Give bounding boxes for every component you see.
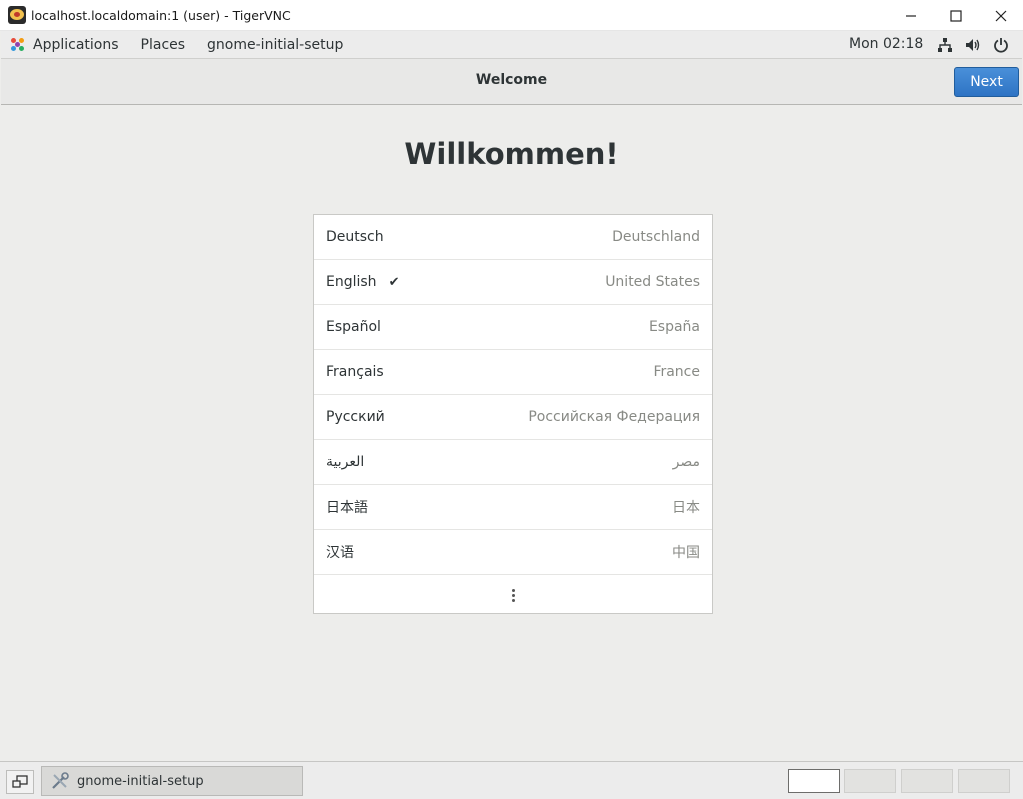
- taskbar-item-gnome-initial-setup[interactable]: gnome-initial-setup: [41, 766, 303, 796]
- more-languages-button[interactable]: [314, 575, 712, 615]
- language-region: Российская Федерация: [528, 409, 700, 425]
- places-menu[interactable]: Places: [141, 37, 186, 53]
- close-icon: [995, 10, 1006, 21]
- show-desktop-icon: [12, 775, 28, 788]
- app-menu-label: gnome-initial-setup: [207, 36, 344, 53]
- language-region: مصر: [672, 454, 700, 470]
- power-icon[interactable]: [991, 35, 1011, 55]
- tools-icon: [51, 772, 69, 790]
- language-region: France: [653, 364, 700, 380]
- checkmark-icon: ✔: [388, 274, 400, 290]
- welcome-page: Willkommen! Deutsch Deutschland English …: [1, 105, 1022, 761]
- network-icon[interactable]: [935, 35, 955, 55]
- language-name: Español: [326, 319, 381, 335]
- language-name: English: [326, 274, 377, 290]
- language-name: Deutsch: [326, 229, 384, 245]
- tigervnc-app-icon: [8, 6, 26, 24]
- language-row-deutsch[interactable]: Deutsch Deutschland: [314, 215, 712, 260]
- clock[interactable]: Mon 02:18: [849, 36, 923, 52]
- maximize-button[interactable]: [933, 0, 978, 31]
- taskbar-item-label: gnome-initial-setup: [77, 773, 204, 789]
- language-row-chinese[interactable]: 汉语 中国: [314, 530, 712, 575]
- window-title: localhost.localdomain:1 (user) - TigerVN…: [31, 7, 291, 23]
- language-row-arabic[interactable]: العربية مصر: [314, 440, 712, 485]
- header-title: Welcome: [475, 72, 548, 88]
- applications-menu[interactable]: Applications: [1, 37, 119, 53]
- language-region: Deutschland: [612, 229, 700, 245]
- workspace-1[interactable]: [788, 769, 840, 793]
- language-region: 中国: [672, 545, 700, 561]
- language-name: 汉语: [326, 545, 354, 561]
- minimize-button[interactable]: [888, 0, 933, 31]
- window-titlebar[interactable]: localhost.localdomain:1 (user) - TigerVN…: [0, 0, 1023, 31]
- language-row-japanese[interactable]: 日本語 日本: [314, 485, 712, 530]
- language-list: Deutsch Deutschland English ✔ United Sta…: [313, 214, 713, 614]
- language-region: España: [648, 319, 700, 335]
- language-region: 日本: [672, 500, 700, 516]
- language-name: Français: [326, 364, 384, 380]
- close-button[interactable]: [978, 0, 1023, 31]
- language-name: العربية: [326, 454, 365, 470]
- language-region: United States: [605, 274, 700, 290]
- show-desktop-button[interactable]: [6, 770, 34, 794]
- header-bar: Welcome Next: [1, 59, 1022, 105]
- taskbar: gnome-initial-setup: [0, 761, 1023, 799]
- language-row-english[interactable]: English ✔ United States: [314, 260, 712, 305]
- applications-label: Applications: [33, 36, 119, 53]
- places-label: Places: [140, 36, 186, 53]
- top-panel: Applications Places gnome-initial-setup …: [1, 31, 1022, 59]
- workspace-2[interactable]: [844, 769, 896, 793]
- language-row-espanol[interactable]: Español España: [314, 305, 712, 350]
- workspace-3[interactable]: [901, 769, 953, 793]
- app-menu[interactable]: gnome-initial-setup: [207, 37, 343, 53]
- language-row-francais[interactable]: Français France: [314, 350, 712, 395]
- maximize-icon: [949, 9, 962, 22]
- minimize-icon: [905, 14, 916, 17]
- applications-icon: [10, 37, 26, 53]
- language-row-russian[interactable]: Русский Российская Федерация: [314, 395, 712, 440]
- volume-icon[interactable]: [963, 35, 983, 55]
- workspace-4[interactable]: [958, 769, 1010, 793]
- language-name: 日本語: [326, 500, 368, 516]
- language-name: Русский: [326, 409, 385, 425]
- page-heading: Willkommen!: [404, 137, 619, 171]
- more-vertical-icon: [511, 588, 515, 602]
- next-button[interactable]: Next: [954, 67, 1019, 97]
